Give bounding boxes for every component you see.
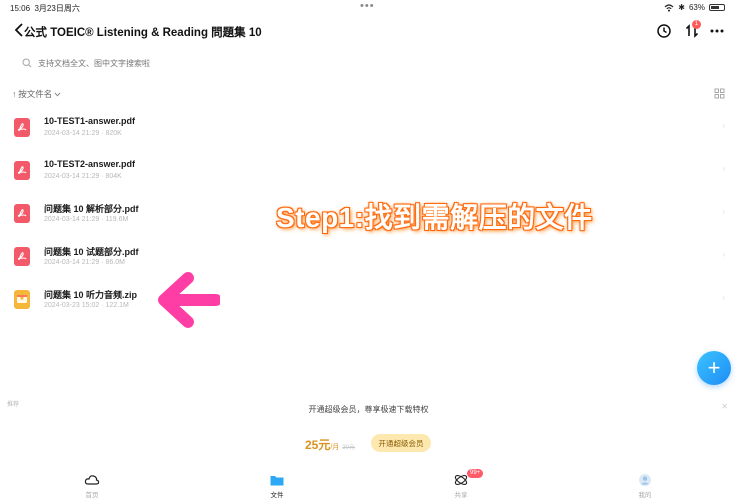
- file-name: 10-TEST2-answer.pdf: [44, 159, 136, 169]
- row-more-icon[interactable]: ›: [722, 293, 725, 302]
- pdf-file-icon: [14, 247, 30, 266]
- search-icon: [22, 58, 32, 68]
- bottom-nav: 首页 文件 共享 我的: [0, 466, 737, 500]
- pdf-file-icon: [14, 118, 30, 137]
- nav-label: 文件: [270, 492, 284, 499]
- row-more-icon[interactable]: ›: [722, 250, 725, 259]
- multitask-dots[interactable]: •••: [360, 0, 375, 12]
- wifi-icon: [664, 3, 674, 12]
- promo-text: 开通超级会员，尊享极速下载特权: [308, 405, 429, 414]
- row-more-icon[interactable]: ›: [722, 207, 725, 216]
- status-right: ✱ 63%: [664, 3, 725, 12]
- file-name: 问题集 10 试题部分.pdf: [44, 247, 139, 257]
- grid-view-icon[interactable]: [714, 88, 725, 99]
- row-more-icon[interactable]: ›: [722, 164, 725, 173]
- nav-label: 首页: [85, 492, 99, 499]
- sort-label: 按文件名: [18, 89, 53, 99]
- file-name: 问题集 10 听力音频.zip: [44, 290, 138, 300]
- header: 公式 TOEIC® Listening & Reading 問題集 10: [0, 18, 737, 44]
- pink-arrow-icon: [158, 272, 220, 328]
- status-bar: 15:06 3月23日周六 ••• ✱ 63%: [0, 0, 737, 14]
- chevron-down-icon: [54, 92, 61, 97]
- step-annotation: Step1:找到需解压的文件: [276, 202, 593, 233]
- history-icon[interactable]: [656, 23, 672, 39]
- zip-file-icon: [14, 290, 30, 309]
- nav-label: 共享: [454, 492, 468, 499]
- file-row-test2-answer[interactable]: 10-TEST2-answer.pdf 2024-03-14 21:29 · 8…: [0, 150, 737, 193]
- more-icon[interactable]: [709, 23, 725, 39]
- file-row-audio-zip[interactable]: 问题集 10 听力音频.zip 2024-03-23 15:02 · 122.1…: [0, 279, 737, 322]
- battery-percent: 63%: [688, 3, 705, 12]
- open-vip-button[interactable]: 开通超级会员: [371, 434, 431, 452]
- row-more-icon[interactable]: ›: [722, 121, 725, 130]
- bluetooth-icon: ✱: [678, 3, 685, 12]
- old-price: 30元: [342, 445, 355, 451]
- file-name: 10-TEST1-answer.pdf: [44, 116, 136, 126]
- file-row-questions[interactable]: 问题集 10 试题部分.pdf 2024-03-14 21:29 · 86.0M…: [0, 236, 737, 279]
- promo-price: 25元/月 30元: [305, 438, 355, 452]
- page-title: 公式 TOEIC® Listening & Reading 問題集 10: [24, 27, 262, 39]
- plus-icon: +: [707, 355, 721, 380]
- battery-icon: [709, 4, 725, 11]
- cloud-icon: [84, 475, 100, 485]
- file-meta: 2024-03-14 21:29 · 86.0M: [44, 259, 125, 266]
- file-meta: 2024-03-14 21:29 · 119.6M: [44, 216, 129, 223]
- file-meta: 2024-03-14 21:29 · 804K: [44, 173, 122, 180]
- nav-item-home[interactable]: 首页: [62, 466, 122, 500]
- pdf-file-icon: [14, 204, 30, 223]
- search-input[interactable]: [38, 58, 338, 68]
- sort-control[interactable]: ↑ 按文件名: [12, 88, 61, 100]
- nav-item-files[interactable]: 文件: [247, 466, 307, 500]
- status-time: 15:06 3月23日周六: [10, 4, 80, 13]
- share-badge: 99+: [467, 469, 484, 478]
- add-fab-button[interactable]: +: [697, 351, 731, 385]
- folder-icon: [270, 476, 284, 486]
- search-bar[interactable]: [13, 53, 725, 73]
- file-meta: 2024-03-14 21:29 · 820K: [44, 130, 122, 137]
- file-row-test1-answer[interactable]: 10-TEST1-answer.pdf 2024-03-14 21:29 · 8…: [0, 107, 737, 150]
- file-meta: 2024-03-23 15:02 · 122.1M: [44, 302, 129, 309]
- nav-item-me[interactable]: 我的: [615, 466, 675, 500]
- avatar-icon: [639, 474, 651, 486]
- pdf-file-icon: [14, 161, 30, 180]
- file-name: 问题集 10 解析部分.pdf: [44, 204, 139, 214]
- nav-label: 我的: [638, 492, 652, 499]
- transfer-badge: 1: [692, 20, 701, 29]
- sort-up-icon: ↑: [12, 89, 17, 99]
